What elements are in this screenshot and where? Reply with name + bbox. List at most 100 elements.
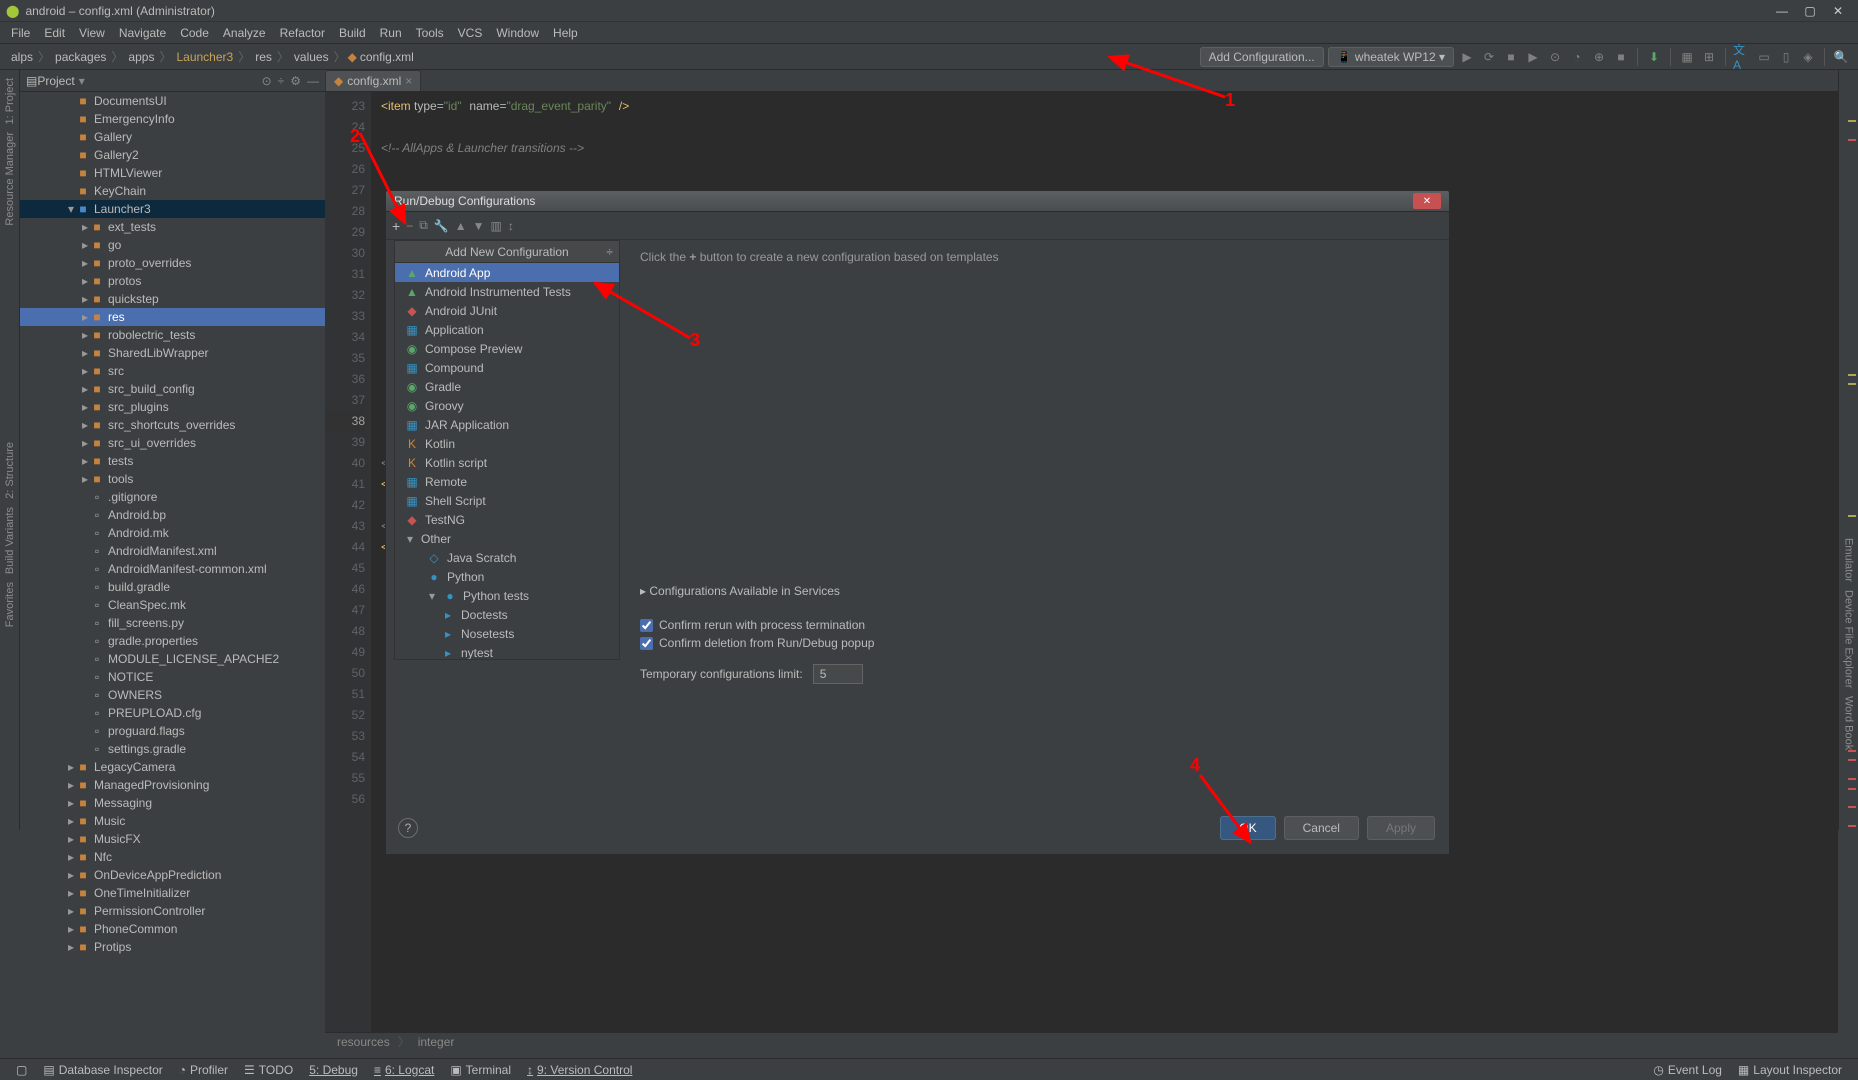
tree-item-gradle-properties[interactable]: ▫gradle.properties: [20, 632, 325, 650]
tree-item-documentsui[interactable]: ■DocumentsUI: [20, 92, 325, 110]
sdk-icon[interactable]: ⊞: [1700, 48, 1718, 66]
tree-item-fill-screens-py[interactable]: ▫fill_screens.py: [20, 614, 325, 632]
tree-item-legacycamera[interactable]: ▸■LegacyCamera: [20, 758, 325, 776]
tree-item-src-shortcuts-overrides[interactable]: ▸■src_shortcuts_overrides: [20, 416, 325, 434]
config-type-groovy[interactable]: ◉Groovy: [395, 396, 619, 415]
menu-run[interactable]: Run: [373, 24, 409, 42]
sync-icon[interactable]: ⬇: [1645, 48, 1663, 66]
gear-icon[interactable]: ⚙: [290, 74, 301, 88]
tree-item-htmlviewer[interactable]: ■HTMLViewer: [20, 164, 325, 182]
sidebar-tab-resource-manager[interactable]: Resource Manager: [4, 132, 16, 226]
device-selector[interactable]: 📱 wheatek WP12 ▾: [1328, 47, 1454, 67]
config-type-shell-script[interactable]: ▦Shell Script: [395, 491, 619, 510]
tree-item-android-bp[interactable]: ▫Android.bp: [20, 506, 325, 524]
status-event-log[interactable]: ◷ Event Log: [1645, 1063, 1730, 1077]
apply-button[interactable]: Apply: [1367, 816, 1435, 840]
config-type-list[interactable]: Add New Configuration ÷ ▲Android App▲And…: [394, 240, 620, 660]
maximize-icon[interactable]: ▢: [1796, 2, 1824, 20]
device-icon[interactable]: ▯: [1777, 48, 1795, 66]
tree-item-androidmanifest-common-xml[interactable]: ▫AndroidManifest-common.xml: [20, 560, 325, 578]
tree-item-src-ui-overrides[interactable]: ▸■src_ui_overrides: [20, 434, 325, 452]
project-tree[interactable]: ■DocumentsUI■EmergencyInfo■Gallery■Galle…: [20, 92, 325, 1050]
add-configuration-button[interactable]: Add Configuration...: [1200, 47, 1324, 67]
folder-config-icon[interactable]: ▥: [491, 219, 502, 233]
tree-item-permissioncontroller[interactable]: ▸■PermissionController: [20, 902, 325, 920]
status-logcat[interactable]: ≡ 6: Logcat: [366, 1063, 442, 1077]
tree-item-proto-overrides[interactable]: ▸■proto_overrides: [20, 254, 325, 272]
debug-icon[interactable]: ▶: [1524, 48, 1542, 66]
breadcrumb-apps[interactable]: apps: [125, 50, 157, 64]
status-todo[interactable]: ☰ TODO: [236, 1063, 301, 1077]
tree-item-notice[interactable]: ▫NOTICE: [20, 668, 325, 686]
temp-limit-input[interactable]: [813, 664, 863, 684]
remove-config-icon[interactable]: −: [406, 219, 413, 233]
config-other-group[interactable]: ▾Other: [395, 529, 619, 548]
menu-edit[interactable]: Edit: [37, 24, 72, 42]
search-icon[interactable]: 🔍: [1832, 48, 1850, 66]
sort-icon[interactable]: ↕: [508, 219, 514, 233]
tree-item-managedprovisioning[interactable]: ▸■ManagedProvisioning: [20, 776, 325, 794]
confirm-rerun-checkbox[interactable]: Confirm rerun with process termination: [640, 618, 1427, 632]
config-type-testng[interactable]: ◆TestNG: [395, 510, 619, 529]
config-type-java-scratch[interactable]: ◇Java Scratch: [395, 548, 619, 567]
config-type-python-tests[interactable]: ▾●Python tests: [395, 586, 619, 605]
tree-item-music[interactable]: ▸■Music: [20, 812, 325, 830]
coverage-icon[interactable]: ⊙: [1546, 48, 1564, 66]
hide-icon[interactable]: —: [307, 74, 319, 88]
config-type-android-app[interactable]: ▲Android App: [395, 263, 619, 282]
sidebar-tab-structure[interactable]: 2: Structure: [4, 442, 16, 499]
config-type-nosetests[interactable]: ▸Nosetests: [395, 624, 619, 643]
config-type-doctests[interactable]: ▸Doctests: [395, 605, 619, 624]
down-icon[interactable]: ▼: [473, 219, 485, 233]
config-type-compose-preview[interactable]: ◉Compose Preview: [395, 339, 619, 358]
select-opened-icon[interactable]: ⊙: [262, 74, 272, 88]
resource-icon[interactable]: ◈: [1799, 48, 1817, 66]
dialog-close-icon[interactable]: ✕: [1413, 193, 1441, 209]
add-new-config-header[interactable]: Add New Configuration ÷: [395, 241, 619, 263]
tree-item-module-license-apache2[interactable]: ▫MODULE_LICENSE_APACHE2: [20, 650, 325, 668]
close-tab-icon[interactable]: ×: [405, 74, 412, 88]
tree-item-androidmanifest-xml[interactable]: ▫AndroidManifest.xml: [20, 542, 325, 560]
tree-item-protips[interactable]: ▸■Protips: [20, 938, 325, 956]
minimize-icon[interactable]: —: [1768, 2, 1796, 20]
breadcrumb-launcher3[interactable]: Launcher3: [173, 50, 236, 64]
tree-item-proguard-flags[interactable]: ▫proguard.flags: [20, 722, 325, 740]
help-icon[interactable]: ?: [398, 818, 418, 838]
stop-icon[interactable]: ■: [1502, 48, 1520, 66]
tree-item--gitignore[interactable]: ▫.gitignore: [20, 488, 325, 506]
avd-icon[interactable]: ▦: [1678, 48, 1696, 66]
tree-item-settings-gradle[interactable]: ▫settings.gradle: [20, 740, 325, 758]
attach-debugger-icon[interactable]: ⊕: [1590, 48, 1608, 66]
tree-item-protos[interactable]: ▸■protos: [20, 272, 325, 290]
tree-item-res[interactable]: ▸■res: [20, 308, 325, 326]
wrench-icon[interactable]: 🔧: [434, 219, 449, 233]
status-debug[interactable]: 5: Debug: [301, 1063, 366, 1077]
config-type-remote[interactable]: ▦Remote: [395, 472, 619, 491]
tree-item-nfc[interactable]: ▸■Nfc: [20, 848, 325, 866]
tree-item-keychain[interactable]: ■KeyChain: [20, 182, 325, 200]
status-database-inspector[interactable]: ▤ Database Inspector: [35, 1063, 170, 1077]
expand-icon[interactable]: ÷: [278, 74, 285, 88]
ok-button[interactable]: OK: [1220, 816, 1275, 840]
translate-icon[interactable]: 文A: [1733, 48, 1751, 66]
tree-item-tools[interactable]: ▸■tools: [20, 470, 325, 488]
sidebar-tab-build-variants[interactable]: Build Variants: [4, 507, 16, 574]
config-type-compound[interactable]: ▦Compound: [395, 358, 619, 377]
breadcrumb-alps[interactable]: alps: [8, 50, 36, 64]
dialog-titlebar[interactable]: Run/Debug Configurations ✕: [385, 190, 1450, 212]
tree-item-musicfx[interactable]: ▸■MusicFX: [20, 830, 325, 848]
sidebar-tab-favorites[interactable]: Favorites: [4, 582, 16, 627]
tree-item-messaging[interactable]: ▸■Messaging: [20, 794, 325, 812]
run-icon[interactable]: ▶: [1458, 48, 1476, 66]
config-type-android-junit[interactable]: ◆Android JUnit: [395, 301, 619, 320]
menu-code[interactable]: Code: [173, 24, 216, 42]
status-terminal[interactable]: ▣ Terminal: [442, 1063, 519, 1077]
tree-item-gallery[interactable]: ■Gallery: [20, 128, 325, 146]
tree-item-cleanspec-mk[interactable]: ▫CleanSpec.mk: [20, 596, 325, 614]
tree-item-sharedlibwrapper[interactable]: ▸■SharedLibWrapper: [20, 344, 325, 362]
tree-item-tests[interactable]: ▸■tests: [20, 452, 325, 470]
breadcrumb-config.xml[interactable]: config.xml: [357, 50, 417, 64]
tree-item-android-mk[interactable]: ▫Android.mk: [20, 524, 325, 542]
menu-help[interactable]: Help: [546, 24, 585, 42]
menu-tools[interactable]: Tools: [409, 24, 451, 42]
